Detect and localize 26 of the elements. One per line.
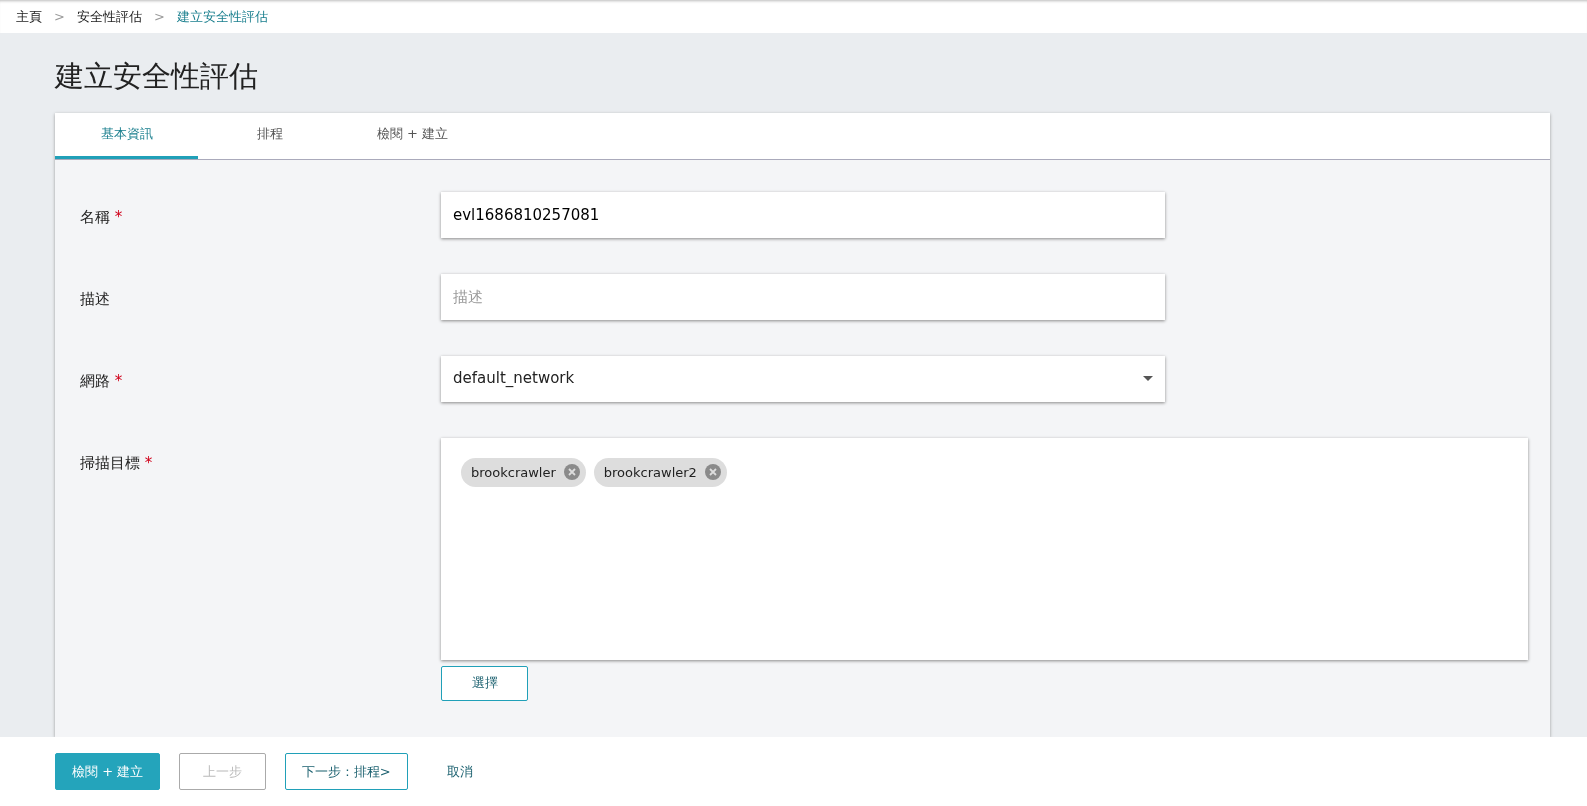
tab[interactable]: 排程 xyxy=(198,112,341,159)
tab[interactable]: 檢閱 + 建立 xyxy=(341,112,484,159)
select-field[interactable]: default_network xyxy=(441,355,1165,402)
footer-button[interactable]: 下一步 : 排程> xyxy=(285,752,408,790)
page-title: 建立安全性評估 xyxy=(55,59,259,96)
caret-icon xyxy=(1143,376,1153,382)
breadcrumb-link[interactable]: 安全性評估 xyxy=(76,6,142,27)
required-asterisk: * xyxy=(144,453,153,472)
field-label: 掃描目標 * xyxy=(80,452,154,474)
text-input-field[interactable]: evl1686810257081 xyxy=(441,191,1165,238)
field-label: 網路 * xyxy=(80,370,124,392)
breadcrumb-link[interactable]: 主頁 xyxy=(16,6,42,27)
cancel-link[interactable]: 取消 xyxy=(426,752,493,790)
select-button[interactable]: 選擇 xyxy=(441,665,528,701)
tag-chip: brookcrawler xyxy=(461,457,586,488)
remove-icon[interactable] xyxy=(563,464,580,481)
required-asterisk: * xyxy=(114,371,123,390)
field-label: 名稱 * xyxy=(80,206,124,228)
tag-input-area[interactable]: brookcrawler brookcrawler2 xyxy=(441,437,1528,660)
tag-chip: brookcrawler2 xyxy=(593,457,727,488)
breadcrumb-separator: > xyxy=(54,7,65,26)
remove-icon[interactable] xyxy=(704,464,721,481)
required-asterisk: * xyxy=(114,207,123,226)
breadcrumb-separator: > xyxy=(153,7,165,26)
field-label: 描述 xyxy=(80,288,111,310)
text-input-field[interactable]: 描述 xyxy=(441,273,1165,320)
